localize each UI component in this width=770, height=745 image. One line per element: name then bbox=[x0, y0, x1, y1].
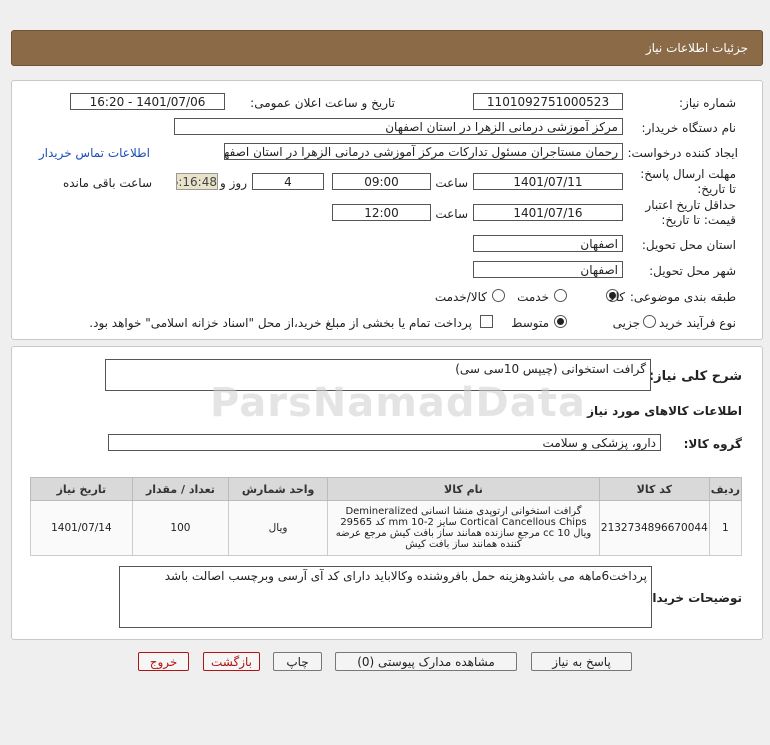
city-field: اصفهان bbox=[473, 261, 623, 278]
process-option-minor: جزیی bbox=[612, 316, 640, 330]
goods-table-header: ردیف کد کالا نام کالا واحد شمارش تعداد /… bbox=[30, 477, 743, 501]
city-label: شهر محل تحویل: bbox=[649, 264, 736, 278]
announce-label: تاریخ و ساعت اعلان عمومی: bbox=[250, 96, 395, 110]
category-option-goods-service: کالا/خدمت bbox=[434, 290, 487, 304]
category-radio-goods-service[interactable] bbox=[492, 289, 505, 302]
need-info-panel: شماره نیاز: 1101092751000523 تاریخ و ساع… bbox=[11, 80, 763, 340]
treasury-payment-checkbox[interactable] bbox=[480, 315, 493, 328]
page-title: جزئیات اطلاعات نیاز bbox=[645, 41, 748, 55]
days-field: 4 bbox=[252, 173, 324, 190]
goods-info-title: اطلاعات کالاهای مورد نیاز bbox=[587, 404, 742, 418]
process-label: نوع فرآیند خرید : bbox=[651, 316, 736, 330]
row-index: 1 bbox=[708, 500, 743, 556]
province-field: اصفهان bbox=[473, 235, 623, 252]
category-option-service: خدمت bbox=[517, 290, 549, 304]
deadline-time-field: 09:00 bbox=[332, 173, 431, 190]
col-header-code: کد کالا bbox=[598, 477, 710, 501]
col-header-unit: واحد شمارش bbox=[228, 477, 329, 501]
description-label: شرح کلی نیاز: bbox=[648, 369, 742, 384]
category-label: طبقه بندی موضوعی: bbox=[629, 290, 736, 304]
days-label: روز و bbox=[220, 176, 247, 190]
row-unit: ویال bbox=[228, 500, 329, 556]
validity-date-field: 1401/07/16 bbox=[473, 204, 623, 221]
table-row: 1 2132734896670044 گرافت استخوانی ارتوپد… bbox=[30, 500, 743, 556]
back-button[interactable]: بازگشت bbox=[203, 652, 260, 671]
row-code: 2132734896670044 bbox=[598, 500, 710, 556]
row-qty: 100 bbox=[131, 500, 230, 556]
process-option-medium: متوسط bbox=[511, 316, 549, 330]
process-radio-medium[interactable] bbox=[554, 315, 567, 328]
need-number-label: شماره نیاز: bbox=[679, 96, 736, 110]
print-button[interactable]: چاپ bbox=[273, 652, 322, 671]
deadline-label: مهلت ارسال پاسخ: تا تاریخ: bbox=[640, 167, 736, 196]
need-number-field: 1101092751000523 bbox=[473, 93, 623, 110]
col-header-date: تاریخ نیاز bbox=[30, 477, 133, 501]
attachments-button[interactable]: مشاهده مدارک پیوستی (0) bbox=[335, 652, 517, 671]
buyer-notes-label: توضیحات خریدار: bbox=[640, 591, 742, 605]
page-header: جزئیات اطلاعات نیاز bbox=[11, 30, 763, 66]
announce-field: 1401/07/06 - 16:20 bbox=[70, 93, 225, 110]
col-header-name: نام کالا bbox=[327, 477, 600, 501]
validity-label: حداقل تاریخ اعتبار قیمت: تا تاریخ: bbox=[645, 198, 736, 227]
contact-link[interactable]: اطلاعات تماس خریدار bbox=[39, 146, 150, 160]
category-radio-service[interactable] bbox=[554, 289, 567, 302]
buyer-label: نام دستگاه خریدار: bbox=[641, 121, 737, 135]
row-date: 1401/07/14 bbox=[30, 500, 133, 556]
col-header-qty: تعداد / مقدار bbox=[131, 477, 230, 501]
validity-hour-label: ساعت bbox=[435, 207, 468, 221]
deadline-date-field: 1401/07/11 bbox=[473, 173, 623, 190]
remaining-time-field: 16:16:48 bbox=[176, 173, 218, 190]
category-option-goods: کالا bbox=[608, 290, 625, 304]
row-name: گرافت استخوانی ارتوپدی منشا انسانی Demin… bbox=[327, 500, 600, 556]
process-radio-minor[interactable] bbox=[643, 315, 656, 328]
goods-table: ردیف کد کالا نام کالا واحد شمارش تعداد /… bbox=[30, 477, 743, 556]
validity-time-field: 12:00 bbox=[332, 204, 431, 221]
buyer-field: مرکز آموزشی درمانی الزهرا در استان اصفها… bbox=[174, 118, 623, 135]
creator-field: رحمان مستاجران مسئول تدارکات مرکز آموزشی… bbox=[224, 143, 623, 160]
goods-group-field: دارو، پزشکی و سلامت bbox=[108, 434, 661, 451]
buyer-notes-field: پرداخت6ماهه می باشدوهزینه حمل بافروشنده … bbox=[119, 566, 652, 628]
remaining-label: ساعت باقی مانده bbox=[62, 176, 152, 190]
description-field: گرافت استخوانی (چیپس 10سی سی) bbox=[105, 359, 651, 391]
reply-button[interactable]: پاسخ به نیاز bbox=[531, 652, 632, 671]
treasury-payment-note: پرداخت تمام یا بخشی از مبلغ خرید،از محل … bbox=[89, 316, 472, 330]
deadline-hour-label: ساعت bbox=[435, 176, 468, 190]
exit-button[interactable]: خروج bbox=[138, 652, 189, 671]
goods-group-label: گروه کالا: bbox=[683, 437, 742, 451]
province-label: استان محل تحویل: bbox=[641, 238, 736, 252]
col-header-row: ردیف bbox=[708, 477, 743, 501]
need-summary-panel: شرح کلی نیاز: گرافت استخوانی (چیپس 10سی … bbox=[11, 346, 763, 640]
creator-label: ایجاد کننده درخواست: bbox=[627, 146, 738, 160]
